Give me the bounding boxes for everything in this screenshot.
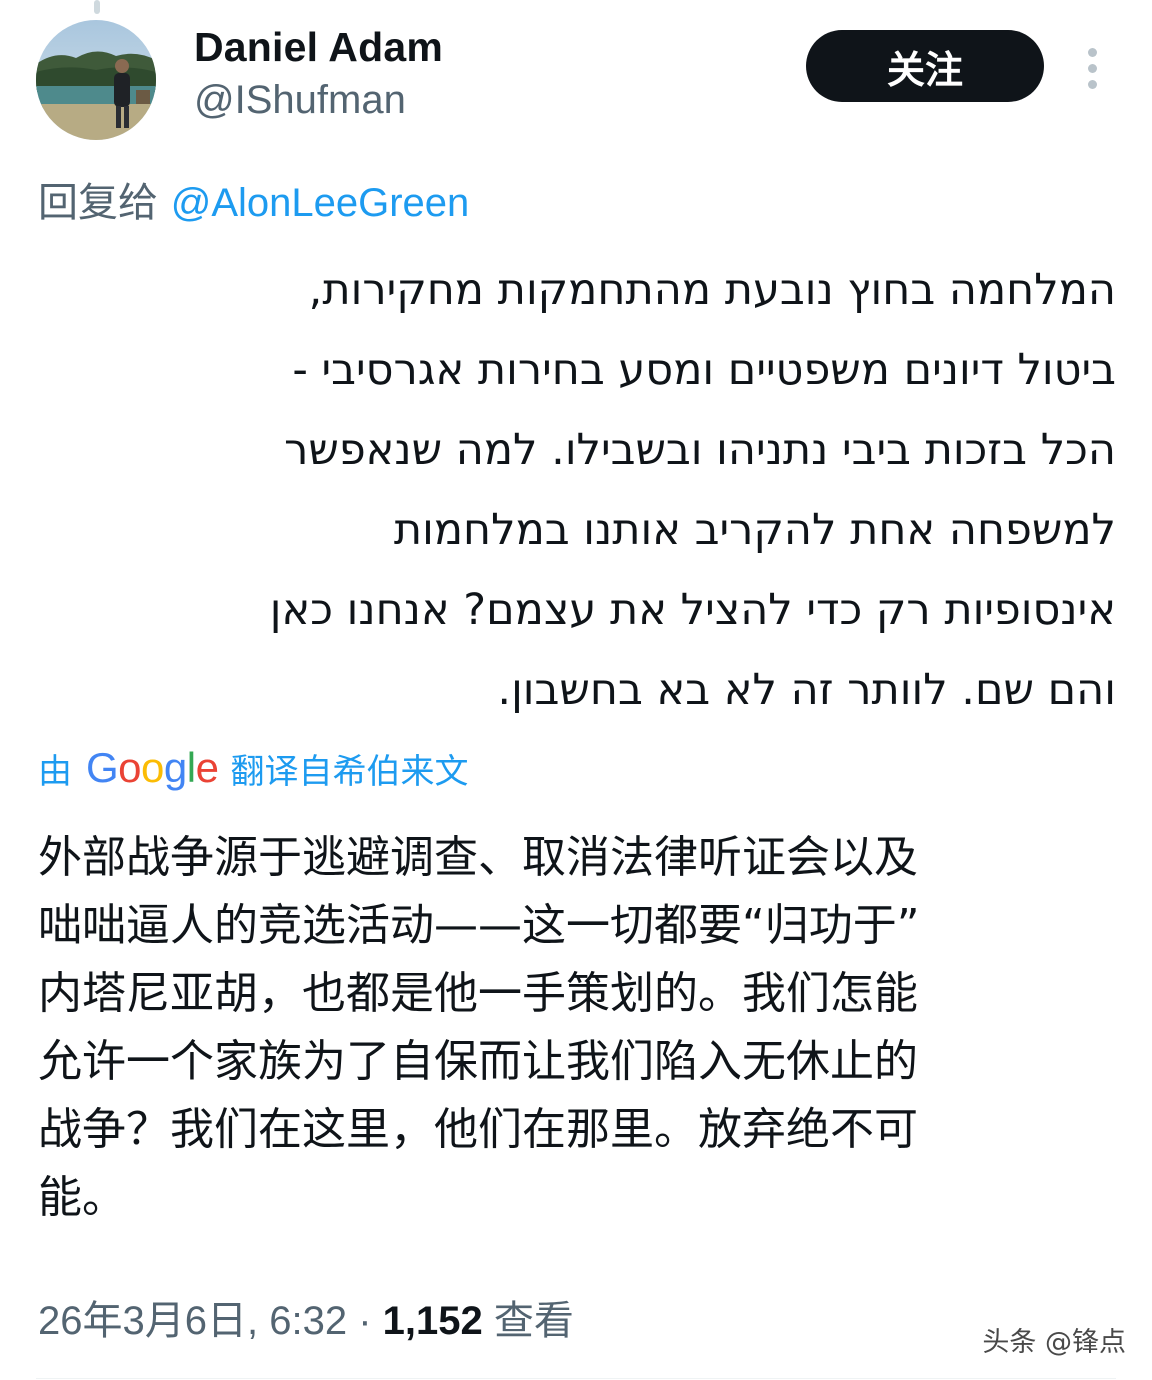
translated-text-line: 战争？我们在这里，他们在那里。放弃绝不可 (38, 1104, 918, 1155)
original-text-line: המלחמה בחוץ נובעת מהתחמקות מחקירות, (308, 265, 1116, 315)
avatar[interactable] (36, 20, 156, 140)
translated-text-line: 外部战争源于逃避调查、取消法律听证会以及 (38, 832, 918, 883)
views-label: 查看 (493, 1298, 574, 1344)
vertical-ellipsis-icon (1087, 47, 1097, 57)
translated-text-line: 允许一个家族为了自保而让我们陷入无休止的 (38, 1036, 918, 1087)
original-text-line: ביטול דיונים משפטיים ומסע בחירות אגרסיבי… (292, 345, 1116, 395)
user-photo-avatar-icon (36, 20, 156, 140)
thread-connector-line (94, 0, 100, 14)
google-logo-letter: l (186, 744, 196, 791)
vertical-ellipsis-icon (1087, 63, 1097, 73)
translation-attribution[interactable]: 由 Google 翻译自希伯来文 (38, 740, 468, 796)
original-text-line: למשפחה אחת להקריב אותנו במלחמות (393, 505, 1116, 555)
translated-text-line: 咄咄逼人的竞选活动——这一切都要“归功于” (38, 900, 920, 951)
more-options-button[interactable] (1072, 40, 1112, 96)
tweet-translated-text: 外部战争源于逃避调查、取消法律听证会以及 咄咄逼人的竞选活动——这一切都要“归功… (38, 824, 1118, 1232)
translation-prefix: 由 (38, 751, 72, 792)
original-text-line: הכל בזכות ביבי נתניהו ובשבילו. למה שנאפש… (284, 425, 1116, 475)
translation-suffix: 翻译自希伯来文 (230, 751, 469, 792)
tweet-meta: 26年3月6日, 6:32 · 1,152 查看 (38, 1288, 574, 1346)
tweet-original-text: המלחמה בחוץ נובעת מהתחמקות מחקירות, ביטו… (36, 250, 1116, 730)
google-logo-letter: g (163, 744, 187, 791)
original-text-line: אינסופיות רק כדי להציל את עצמם? אנחנו כא… (269, 585, 1116, 635)
reply-to-line: 回复给 @AlonLeeGreen (38, 170, 469, 228)
google-logo-letter: o (118, 744, 142, 791)
google-logo-letter: o (141, 744, 164, 791)
reply-prefix: 回复给 (38, 180, 158, 226)
translated-text-line: 内塔尼亚胡，也都是他一手策划的。我们怎能 (38, 968, 918, 1019)
watermark: 头条 @锋点 (982, 1327, 1126, 1358)
follow-button[interactable]: 关注 (806, 30, 1044, 102)
google-logo-letter: G (86, 744, 119, 791)
divider (36, 1378, 1116, 1379)
views-count: 1,152 (382, 1299, 483, 1343)
translated-text-line: 能。 (38, 1172, 126, 1223)
original-text-line: והם שם. לוותר זה לא בא בחשבון. (497, 665, 1116, 715)
vertical-ellipsis-icon (1087, 79, 1097, 89)
author-handle[interactable]: @IShufman (194, 78, 406, 123)
reply-mention-link[interactable]: @AlonLeeGreen (171, 181, 470, 225)
author-display-name[interactable]: Daniel Adam (194, 24, 443, 71)
google-logo: Google (86, 744, 219, 792)
tweet-timestamp[interactable]: 26年3月6日, 6:32 (38, 1299, 347, 1343)
meta-separator: · (358, 1299, 372, 1343)
google-logo-letter: e (195, 744, 219, 791)
